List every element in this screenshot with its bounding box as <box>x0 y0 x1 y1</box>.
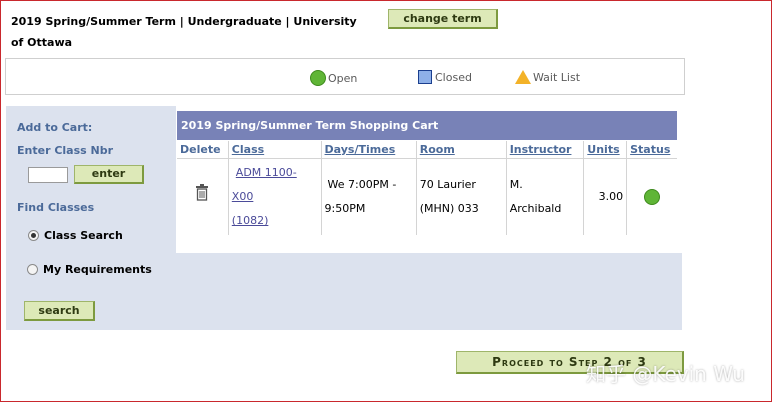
cart-panel: Add to Cart: Enter Class Nbr enter Find … <box>6 106 682 330</box>
class-number[interactable]: (1082) <box>232 209 318 233</box>
status-cell <box>626 158 677 235</box>
instructor-line2: Archibald <box>509 202 562 215</box>
column-header-status[interactable]: Status <box>627 141 677 159</box>
legend-open: Open <box>310 70 357 86</box>
units-cell: 3.00 <box>583 158 628 235</box>
room-line2: (MHN) 033 <box>419 202 479 215</box>
room-line1: 70 Laurier <box>419 178 476 191</box>
column-header-instructor[interactable]: Instructor <box>506 141 585 159</box>
enter-button[interactable]: enter <box>74 165 144 184</box>
class-search-label: Class Search <box>44 229 123 242</box>
class-nbr-input[interactable] <box>28 167 68 183</box>
my-requirements-label: My Requirements <box>43 263 152 276</box>
open-status-icon <box>644 189 661 205</box>
search-button[interactable]: search <box>24 301 95 321</box>
open-status-icon <box>310 70 326 86</box>
status-legend: Open Closed Wait List <box>5 58 685 95</box>
days-times-cell: We 7:00PM - 9:50PM <box>321 158 417 235</box>
my-requirements-option[interactable]: My Requirements <box>27 263 152 276</box>
change-term-button[interactable]: change term <box>388 9 498 29</box>
column-header-units[interactable]: Units <box>583 141 628 159</box>
column-header-days-times[interactable]: Days/Times <box>321 141 417 159</box>
cart-table: Delete Class Days/Times Room Instructor … <box>177 141 677 235</box>
days-times-line1: We 7:00PM - <box>327 178 397 191</box>
class-search-option[interactable]: Class Search <box>28 229 123 242</box>
legend-open-label: Open <box>328 71 358 85</box>
trash-icon[interactable] <box>195 184 209 201</box>
term-title-line2: of Ottawa <box>11 36 73 49</box>
add-to-cart-label: Add to Cart: <box>17 121 93 134</box>
column-header-delete: Delete <box>177 141 229 159</box>
shopping-cart: 2019 Spring/Summer Term Shopping Cart De… <box>176 106 682 253</box>
my-requirements-radio[interactable] <box>27 264 38 275</box>
legend-closed: Closed <box>418 70 472 84</box>
instructor-line1: M. <box>509 178 523 191</box>
days-times-line2: 9:50PM <box>324 202 366 215</box>
find-classes-label: Find Classes <box>17 201 95 214</box>
legend-waitlist: Wait List <box>515 70 580 84</box>
cart-title: 2019 Spring/Summer Term Shopping Cart <box>177 111 677 140</box>
class-code[interactable]: ADM 1100- <box>232 161 318 185</box>
class-link[interactable]: ADM 1100- X00 (1082) <box>228 158 322 235</box>
class-section[interactable]: X00 <box>232 185 318 209</box>
waitlist-status-icon <box>515 70 531 84</box>
watermark: 知乎 @Kevin Wu <box>586 362 745 386</box>
room-cell: 70 Laurier (MHN) 033 <box>416 158 507 235</box>
legend-waitlist-label: Wait List <box>533 70 581 84</box>
legend-closed-label: Closed <box>435 70 472 84</box>
term-title-line1: 2019 Spring/Summer Term | Undergraduate … <box>11 15 357 28</box>
delete-cell <box>177 158 229 235</box>
add-to-cart-sidebar: Add to Cart: Enter Class Nbr enter Find … <box>6 106 176 330</box>
enter-class-nbr-label: Enter Class Nbr <box>17 144 114 157</box>
instructor-cell: M. Archibald <box>506 158 585 235</box>
class-search-radio[interactable] <box>28 230 39 241</box>
term-title: 2019 Spring/Summer Term | Undergraduate … <box>11 11 381 53</box>
closed-status-icon <box>418 70 432 84</box>
column-header-room[interactable]: Room <box>416 141 507 159</box>
cart-header-row: Delete Class Days/Times Room Instructor … <box>177 141 677 159</box>
table-row: ADM 1100- X00 (1082) We 7:00PM - 9:50PM … <box>177 158 677 235</box>
column-header-class[interactable]: Class <box>228 141 322 159</box>
